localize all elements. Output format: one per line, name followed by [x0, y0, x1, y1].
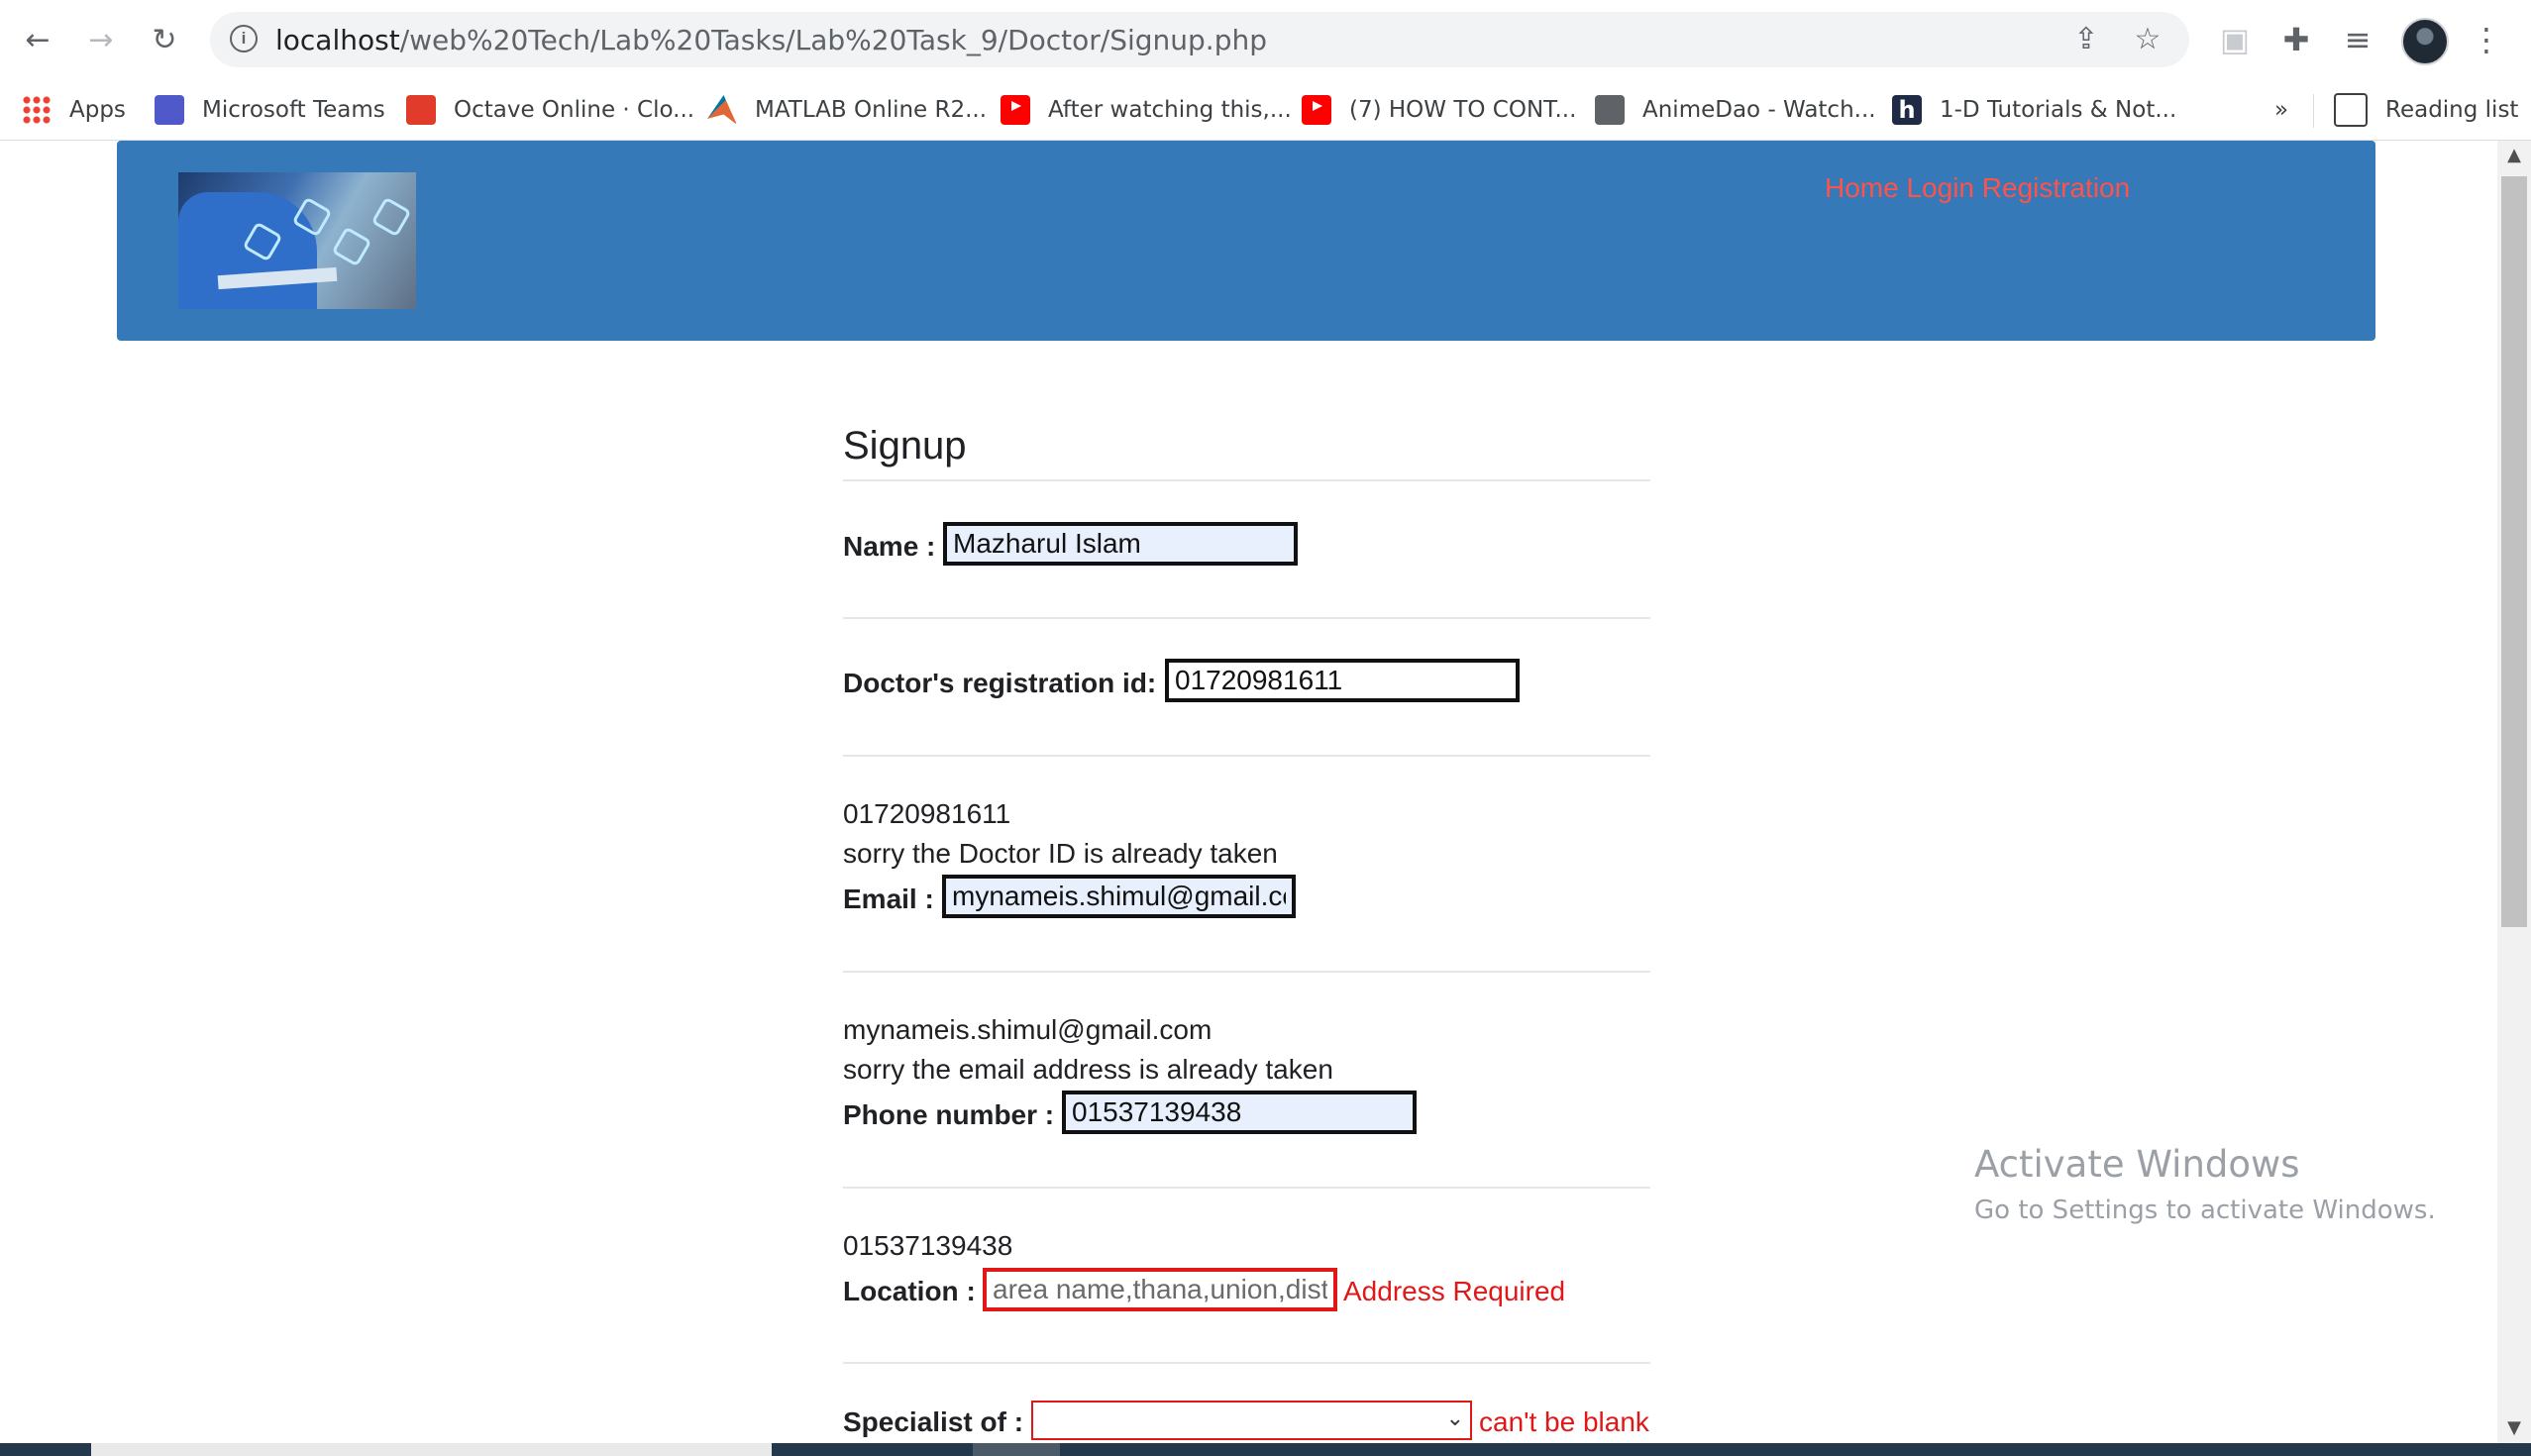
vertical-scrollbar[interactable]: ▲ ▼ [2497, 141, 2531, 1443]
registration-id-message: sorry the Doctor ID is already taken [843, 838, 1278, 869]
location-input[interactable] [983, 1268, 1337, 1311]
browser-toolbar: ← → ↻ i localhost/web%20Tech/Lab%20Tasks… [0, 0, 2531, 80]
scroll-down-icon[interactable]: ▼ [2497, 1413, 2531, 1443]
divider [843, 479, 1650, 481]
divider [843, 617, 1650, 619]
watermark-title: Activate Windows [1974, 1143, 2300, 1186]
extension-placeholder-icon[interactable]: ▣ [2213, 18, 2257, 61]
name-input[interactable] [943, 522, 1298, 566]
specialist-error: can't be blank [1479, 1406, 1649, 1437]
chevron-down-icon: ⌄ [1445, 1406, 1464, 1431]
bookmark-animedao[interactable]: AnimeDao - Watch... [1595, 90, 1876, 130]
url-host: localhost [275, 24, 400, 56]
share-icon[interactable]: ⇪ [2070, 24, 2102, 55]
phone-input[interactable] [1062, 1091, 1417, 1134]
bookmark-octave[interactable]: Octave Online · Clo... [406, 90, 694, 130]
bookmark-label: Apps [69, 97, 126, 123]
page-viewport: Home Login Registration Signup Name : Do… [0, 141, 2497, 1443]
registration-id-echo: 01720981611 [843, 798, 1011, 829]
windows-activation-watermark: Activate Windows Go to Settings to activ… [1974, 1143, 2436, 1225]
bookmark-label: AnimeDao - Watch... [1642, 97, 1876, 123]
divider [843, 971, 1650, 973]
site-info-icon[interactable]: i [230, 25, 258, 52]
divider [843, 1362, 1650, 1364]
bookmarks-separator [2313, 94, 2314, 128]
bookmark-label: After watching this,... [1048, 97, 1292, 123]
bookmarks-bar: Apps Microsoft Teams Octave Online · Clo… [0, 80, 2531, 141]
address-bar[interactable]: i localhost/web%20Tech/Lab%20Tasks/Lab%2… [210, 12, 2189, 67]
location-error: Address Required [1343, 1276, 1566, 1306]
url-path: /web%20Tech/Lab%20Tasks/Lab%20Task_9/Doc… [399, 24, 1267, 56]
url-text[interactable]: localhost/web%20Tech/Lab%20Tasks/Lab%20T… [275, 24, 1267, 56]
bookmark-label: 1-D Tutorials & Not... [1940, 97, 2177, 123]
email-label: Email : [843, 884, 934, 914]
nav-login-link[interactable]: Login [1906, 172, 1974, 203]
bookmark-youtube-1[interactable]: After watching this,... [1001, 90, 1292, 130]
divider [843, 755, 1650, 757]
header-nav: Home Login Registration [1825, 172, 2130, 204]
reading-list-button[interactable]: Reading list [2334, 90, 2518, 130]
watermark-subtitle: Go to Settings to activate Windows. [1974, 1196, 2436, 1225]
taskbar-search-box[interactable] [91, 1443, 772, 1456]
scroll-up-icon[interactable]: ▲ [2497, 141, 2531, 170]
bookmark-teams[interactable]: Microsoft Teams [155, 90, 385, 130]
divider [843, 1187, 1650, 1189]
reload-button[interactable]: ↻ [141, 16, 188, 63]
logo-hex-shape [331, 226, 372, 267]
bookmark-label: MATLAB Online R2... [755, 97, 988, 123]
teams-icon [155, 95, 184, 125]
media-queue-icon[interactable]: ≡ [2336, 18, 2379, 61]
phone-label: Phone number : [843, 1099, 1055, 1130]
star-bookmark-icon[interactable]: ☆ [2132, 24, 2163, 55]
bookmark-matlab[interactable]: MATLAB Online R2... [707, 90, 987, 130]
phone-echo: 01537139438 [843, 1230, 1013, 1261]
forward-button[interactable]: → [77, 16, 125, 63]
reading-list-label: Reading list [2385, 97, 2519, 123]
extensions-puzzle-icon[interactable]: ✚ [2274, 18, 2318, 61]
nav-registration-link[interactable]: Registration [1982, 172, 2130, 203]
page-title: Signup [843, 424, 967, 468]
youtube-icon [1302, 95, 1331, 125]
email-message: sorry the email address is already taken [843, 1054, 1333, 1085]
bookmark-youtube-2[interactable]: (7) HOW TO CONT... [1302, 90, 1576, 130]
specialist-label: Specialist of : [843, 1406, 1024, 1437]
bookmark-label: Microsoft Teams [202, 97, 385, 123]
globe-icon [1595, 95, 1625, 125]
bookmark-label: Octave Online · Clo... [454, 97, 695, 123]
youtube-icon [1001, 95, 1030, 125]
more-menu-icon[interactable]: ⋮ [2465, 18, 2508, 61]
email-echo: mynameis.shimul@gmail.com [843, 1014, 1213, 1045]
location-label: Location : [843, 1276, 976, 1306]
name-label: Name : [843, 531, 936, 562]
bookmarks-overflow-button[interactable]: » [2274, 90, 2288, 130]
taskbar-app-button[interactable] [973, 1443, 1060, 1456]
doctor-logo-image [178, 172, 416, 309]
profile-avatar[interactable] [2401, 18, 2449, 65]
overflow-chevron-icon: » [2274, 97, 2289, 123]
reading-list-icon [2334, 93, 2368, 127]
logo-hex-shape [370, 196, 412, 238]
nav-home-link[interactable]: Home [1825, 172, 1899, 203]
site-header: Home Login Registration [117, 141, 2375, 341]
matlab-icon [707, 95, 737, 125]
back-button[interactable]: ← [14, 16, 61, 63]
bookmark-label: (7) HOW TO CONT... [1349, 97, 1577, 123]
windows-taskbar [0, 1443, 2531, 1456]
bookmark-apps[interactable]: Apps [22, 90, 126, 130]
scrollbar-thumb[interactable] [2501, 176, 2527, 927]
octave-icon [406, 95, 436, 125]
registration-id-label: Doctor's registration id: [843, 668, 1157, 698]
registration-id-input[interactable] [1165, 659, 1520, 702]
apps-grid-icon [22, 95, 52, 125]
specialist-select[interactable]: ⌄ [1031, 1401, 1472, 1440]
email-input[interactable] [942, 875, 1296, 918]
bookmark-tutorials[interactable]: h 1-D Tutorials & Not... [1892, 90, 2176, 130]
h-icon: h [1892, 95, 1922, 125]
